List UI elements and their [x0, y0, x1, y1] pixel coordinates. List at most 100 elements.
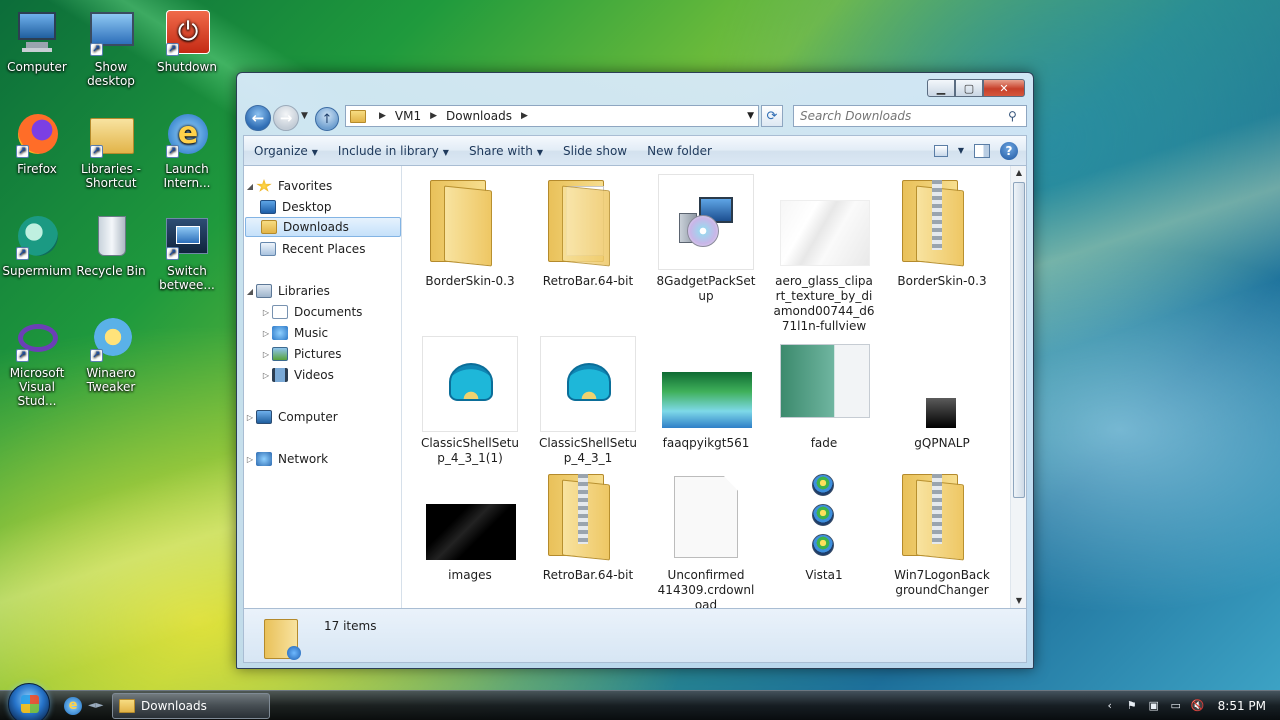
- recent-pages-dropdown-icon[interactable]: ▼: [301, 111, 308, 121]
- scroll-up-icon[interactable]: ▲: [1011, 166, 1027, 180]
- file-name: Vista1: [805, 568, 843, 582]
- show-hidden-icons-icon[interactable]: ‹: [1102, 698, 1118, 714]
- file-item[interactable]: Win7LogonBackgroundChanger: [887, 468, 997, 598]
- file-item[interactable]: fade: [769, 336, 879, 451]
- collapsed-triangle-icon[interactable]: ▷: [244, 455, 256, 464]
- close-button[interactable]: ✕: [983, 79, 1025, 97]
- desktop-icon-show-desktop[interactable]: ↗ Show desktop: [74, 10, 148, 88]
- file-name: ClassicShellSetup_4_3_1: [538, 436, 638, 465]
- nav-pictures[interactable]: ▷ Pictures: [260, 344, 342, 364]
- file-item[interactable]: faaqpyikgt561: [651, 336, 761, 451]
- search-input[interactable]: [794, 109, 1008, 123]
- minimize-button[interactable]: ▁: [927, 79, 955, 97]
- expand-triangle-icon[interactable]: ◢: [244, 287, 256, 296]
- help-icon[interactable]: ?: [1000, 141, 1018, 160]
- share-with-menu[interactable]: Share with ▼: [459, 144, 553, 158]
- scrollbar-thumb[interactable]: [1013, 182, 1025, 498]
- desktop-icon-supermium[interactable]: ↗ Supermium: [0, 214, 74, 278]
- chevron-down-icon[interactable]: ▼: [747, 111, 754, 121]
- forward-button[interactable]: →: [273, 105, 299, 131]
- shortcut-arrow-icon: ↗: [90, 145, 103, 158]
- taskbar-button-downloads[interactable]: Downloads: [112, 693, 270, 719]
- collapsed-triangle-icon[interactable]: ▷: [260, 350, 272, 359]
- nav-videos[interactable]: ▷ Videos: [260, 365, 334, 385]
- address-bar[interactable]: ▶ VM1 ▶ Downloads ▶ ▼: [345, 105, 759, 127]
- vertical-scrollbar[interactable]: ▲ ▼: [1010, 166, 1026, 608]
- desktop-icon-winaero-tweaker[interactable]: ↗ Winaero Tweaker: [74, 316, 148, 394]
- shortcut-arrow-icon: ↗: [16, 247, 29, 260]
- internet-explorer-icon[interactable]: e: [64, 697, 82, 715]
- search-icon[interactable]: ⚲: [1008, 109, 1026, 123]
- new-folder-button[interactable]: New folder: [637, 144, 722, 158]
- file-item[interactable]: Unconfirmed 414309.crdownload: [651, 468, 761, 608]
- file-item[interactable]: 8GadgetPackSetup: [651, 174, 761, 304]
- file-name: Win7LogonBackgroundChanger: [894, 568, 990, 597]
- nav-favorites[interactable]: ◢ Favorites: [244, 176, 332, 196]
- back-button[interactable]: ←: [245, 105, 271, 131]
- quick-launch-switch-icon[interactable]: ◄►: [88, 697, 103, 715]
- nav-desktop[interactable]: Desktop: [260, 197, 332, 217]
- collapsed-triangle-icon[interactable]: ▷: [260, 329, 272, 338]
- file-item[interactable]: RetroBar.64-bit: [533, 468, 643, 583]
- collapsed-triangle-icon[interactable]: ▷: [260, 308, 272, 317]
- desktop-icon-visual-studio[interactable]: ↗ Microsoft Visual Stud...: [0, 316, 74, 408]
- computer-icon: [14, 10, 60, 56]
- chevron-right-icon[interactable]: ▶: [521, 111, 528, 121]
- collapsed-triangle-icon[interactable]: ▷: [244, 413, 256, 422]
- file-item[interactable]: aero_glass_clipart_texture_by_diamond007…: [769, 174, 879, 334]
- show-desktop-icon: ↗: [88, 10, 134, 56]
- nav-network[interactable]: ▷ Network: [244, 449, 328, 469]
- slide-show-button[interactable]: Slide show: [553, 144, 637, 158]
- desktop-icon-recycle-bin[interactable]: Recycle Bin: [74, 214, 148, 278]
- nav-label: Recent Places: [282, 242, 366, 256]
- nav-recent-places[interactable]: Recent Places: [260, 239, 365, 259]
- nav-downloads[interactable]: Downloads: [245, 217, 401, 237]
- search-box[interactable]: ⚲: [793, 105, 1027, 127]
- nav-libraries[interactable]: ◢ Libraries: [244, 281, 330, 301]
- file-item[interactable]: ClassicShellSetup_4_3_1: [533, 336, 643, 466]
- file-item[interactable]: images: [415, 468, 525, 583]
- volume-muted-icon[interactable]: 🔇: [1190, 698, 1206, 714]
- chevron-right-icon[interactable]: ▶: [430, 111, 437, 121]
- file-item[interactable]: BorderSkin-0.3: [415, 174, 525, 289]
- breadcrumb-downloads[interactable]: Downloads: [446, 109, 512, 123]
- navigation-pane: ◢ Favorites Desktop Downloads Recent Pla…: [244, 166, 402, 608]
- change-view-icon[interactable]: [933, 144, 948, 157]
- start-button[interactable]: [8, 683, 50, 720]
- chevron-down-icon[interactable]: ▼: [958, 146, 964, 155]
- shortcut-arrow-icon: ↗: [166, 43, 179, 56]
- file-item[interactable]: gQPNALP: [887, 336, 997, 451]
- supermium-icon: ↗: [14, 214, 60, 260]
- desktop-icon-switch-windows[interactable]: ↗ Switch betwee...: [150, 214, 224, 292]
- nav-computer[interactable]: ▷ Computer: [244, 407, 338, 427]
- expand-triangle-icon[interactable]: ◢: [244, 182, 256, 191]
- include-in-library-menu[interactable]: Include in library ▼: [328, 144, 459, 158]
- file-item[interactable]: Vista1: [769, 468, 879, 583]
- desktop-icon-internet-explorer[interactable]: e ↗ Launch Intern...: [150, 112, 224, 190]
- file-item[interactable]: BorderSkin-0.3: [887, 174, 997, 289]
- refresh-button[interactable]: ⟳: [761, 105, 783, 127]
- internet-explorer-icon: e ↗: [164, 112, 210, 158]
- clock[interactable]: 8:51 PM: [1218, 699, 1266, 713]
- breadcrumb-vm1[interactable]: VM1: [395, 109, 421, 123]
- battery-icon[interactable]: ▭: [1168, 698, 1184, 714]
- nav-music[interactable]: ▷ Music: [260, 323, 328, 343]
- file-item[interactable]: ClassicShellSetup_4_3_1(1): [415, 336, 525, 466]
- desktop-icon-firefox[interactable]: ↗ Firefox: [0, 112, 74, 176]
- desktop-icon-computer[interactable]: Computer: [0, 10, 74, 74]
- preview-pane-icon[interactable]: [974, 143, 990, 158]
- maximize-button[interactable]: ▢: [955, 79, 983, 97]
- up-button[interactable]: ↑: [315, 107, 339, 131]
- shortcut-arrow-icon: ↗: [90, 349, 103, 362]
- desktop-icon-shutdown[interactable]: ⏻ ↗ Shutdown: [150, 10, 224, 74]
- chevron-right-icon[interactable]: ▶: [379, 111, 386, 121]
- nav-documents[interactable]: ▷ Documents: [260, 302, 362, 322]
- explorer-window[interactable]: ▁ ▢ ✕ ← → ▼ ↑ ▶ VM1 ▶ Downloads ▶ ▼ ⟳ ⚲ …: [236, 72, 1034, 669]
- organize-menu[interactable]: Organize ▼: [244, 144, 328, 158]
- desktop-icon-libraries[interactable]: ↗ Libraries - Shortcut: [74, 112, 148, 190]
- network-icon[interactable]: ▣: [1146, 698, 1162, 714]
- file-item[interactable]: RetroBar.64-bit: [533, 174, 643, 289]
- scroll-down-icon[interactable]: ▼: [1011, 594, 1027, 608]
- collapsed-triangle-icon[interactable]: ▷: [260, 371, 272, 380]
- flag-icon[interactable]: ⚑: [1124, 698, 1140, 714]
